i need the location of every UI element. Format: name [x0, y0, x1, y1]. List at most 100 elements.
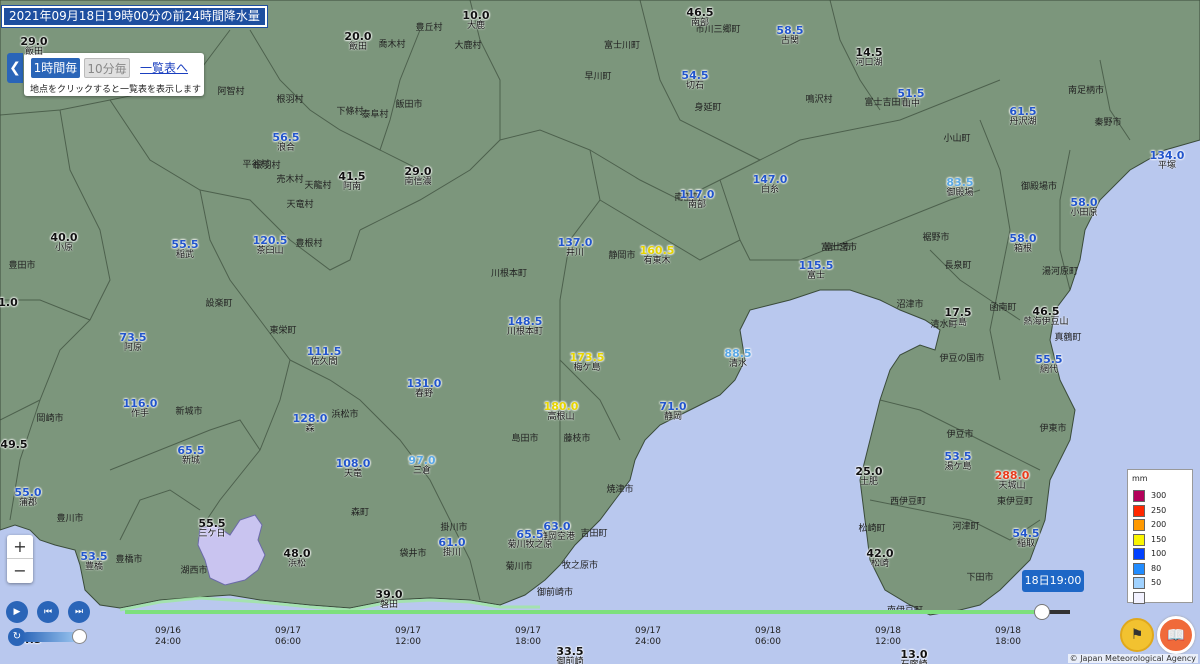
- station-marker[interactable]: 39.0 磐田: [375, 589, 402, 610]
- prev-button[interactable]: ⏮: [37, 601, 59, 623]
- station-marker[interactable]: 13.0石廊崎: [900, 649, 927, 664]
- station-marker[interactable]: 115.5 富士: [799, 260, 834, 281]
- station-marker[interactable]: 65.5 菊川牧之原: [507, 529, 552, 550]
- station-marker[interactable]: 83.5 御殿場: [946, 177, 973, 198]
- station-marker[interactable]: 29.0 飯田: [20, 36, 47, 57]
- timeline-tick: 09/18 18:00: [995, 626, 1021, 647]
- station-name: 南部: [690, 18, 710, 28]
- station-marker[interactable]: 48.0 浜松: [283, 548, 310, 569]
- station-marker[interactable]: 42.0 松崎: [866, 548, 893, 569]
- station-name: 蒲郡: [18, 498, 38, 508]
- station-value: 51.5: [897, 87, 925, 100]
- station-marker[interactable]: 120.5 茶臼山: [253, 235, 288, 256]
- station-marker[interactable]: 58.5 古関: [776, 25, 803, 46]
- hourly-button[interactable]: 1時間毎: [31, 58, 80, 78]
- station-value: 288.0: [994, 469, 1030, 482]
- station-marker[interactable]: 49.5: [0, 439, 27, 450]
- station-marker[interactable]: 33.5 御前崎: [556, 646, 583, 664]
- station-name: 石廊崎: [900, 660, 927, 664]
- collapse-panel-button[interactable]: ❮: [7, 53, 23, 83]
- station-marker[interactable]: 148.5 川根本町: [507, 316, 543, 337]
- station-marker[interactable]: 40.0 小原: [50, 232, 77, 253]
- station-marker[interactable]: 160.5 有東木: [640, 245, 675, 266]
- station-value: 160.5: [639, 244, 675, 257]
- municipality-label: 長泉町: [944, 261, 972, 271]
- timeline-progress: [125, 610, 1042, 614]
- station-value: 108.0: [335, 457, 371, 470]
- list-link[interactable]: 一覧表へ: [140, 59, 188, 76]
- timeline[interactable]: [125, 608, 1070, 616]
- municipality-label: 湯河原町: [1041, 267, 1079, 277]
- station-marker[interactable]: 55.5 三ケ日: [198, 518, 225, 539]
- station-marker[interactable]: 25.0 土肥: [855, 466, 882, 487]
- station-marker[interactable]: 58.0 小田原: [1070, 197, 1097, 218]
- station-marker[interactable]: 97.0 三倉: [408, 455, 435, 476]
- station-marker[interactable]: 55.5 稲武: [171, 239, 198, 260]
- station-marker[interactable]: 54.5 切石: [681, 70, 708, 91]
- zoom-out-button[interactable]: −: [7, 559, 33, 583]
- station-marker[interactable]: 1.0: [0, 297, 18, 308]
- station-marker[interactable]: 58.0 箱根: [1009, 233, 1036, 254]
- timeline-handle[interactable]: [1033, 604, 1050, 620]
- speed-slider[interactable]: ↻: [8, 628, 88, 646]
- zoom-control: + −: [7, 535, 33, 583]
- station-name: 御前崎: [556, 657, 584, 664]
- municipality-label: 岡崎市: [36, 414, 64, 424]
- station-name: 山中: [901, 99, 921, 109]
- timeline-tick: 09/17 18:00: [515, 626, 541, 647]
- station-marker[interactable]: 46.5 南部: [686, 7, 713, 28]
- station-marker[interactable]: 17.5 三島: [944, 307, 971, 328]
- station-marker[interactable]: 73.5 阿原: [119, 332, 146, 353]
- station-marker[interactable]: 288.0 天城山: [995, 470, 1030, 491]
- station-marker[interactable]: 54.5 稲取: [1012, 528, 1039, 549]
- station-marker[interactable]: 53.5 湯ケ島: [944, 451, 971, 472]
- station-name: 浪合: [276, 143, 296, 153]
- help-button[interactable]: ⚑: [1120, 618, 1154, 652]
- station-marker[interactable]: 55.5 網代: [1035, 354, 1062, 375]
- municipality-label: 静岡市: [608, 251, 636, 261]
- station-marker[interactable]: 20.0 飯田: [344, 31, 371, 52]
- station-value: 58.0: [1009, 232, 1037, 245]
- station-marker[interactable]: 137.0 井川: [558, 237, 593, 258]
- ten-minute-button[interactable]: 10分毎: [84, 58, 130, 78]
- next-button[interactable]: ⏭: [68, 601, 90, 623]
- station-marker[interactable]: 51.5 山中: [897, 88, 924, 109]
- station-marker[interactable]: 173.5 梅ケ島: [570, 352, 605, 373]
- station-marker[interactable]: 56.5 浪合: [272, 132, 299, 153]
- station-marker[interactable]: 111.5 佐久間: [307, 346, 342, 367]
- municipality-label: 袋井市: [399, 549, 427, 559]
- station-marker[interactable]: 61.5 丹沢湖: [1009, 106, 1036, 127]
- municipality-label: 早川町: [584, 72, 612, 82]
- station-marker[interactable]: 108.0 天竜: [336, 458, 371, 479]
- municipality-label: 真鶴町: [1054, 333, 1082, 343]
- station-marker[interactable]: 53.5 豊橋: [80, 551, 107, 572]
- station-marker[interactable]: 128.0 森: [293, 413, 328, 434]
- station-marker[interactable]: 14.5 河口湖: [855, 47, 882, 68]
- manual-button[interactable]: 📖: [1157, 616, 1195, 654]
- station-marker[interactable]: 117.0 南部: [680, 189, 715, 210]
- station-marker[interactable]: 55.0 蒲郡: [14, 487, 41, 508]
- timeline-tick: 09/17 12:00: [395, 626, 421, 647]
- station-marker[interactable]: 180.0 高根山: [544, 401, 579, 422]
- station-marker[interactable]: 10.0 大鹿: [462, 10, 489, 31]
- speed-knob[interactable]: [72, 629, 87, 644]
- station-marker[interactable]: 29.0 南信濃: [404, 166, 431, 187]
- station-marker[interactable]: 65.5 新城: [177, 445, 204, 466]
- station-marker[interactable]: 71.0 静岡: [659, 401, 686, 422]
- station-marker[interactable]: 147.0 白糸: [753, 174, 788, 195]
- zoom-in-button[interactable]: +: [7, 535, 33, 559]
- timeline-tick: 09/16 24:00: [155, 626, 181, 647]
- legend-unit: mm: [1132, 474, 1148, 483]
- station-marker[interactable]: 116.0 作手: [123, 398, 158, 419]
- play-button[interactable]: ▶: [6, 601, 28, 623]
- station-marker[interactable]: 61.0 掛川: [438, 537, 465, 558]
- station-marker[interactable]: 46.5 熱海伊豆山: [1023, 306, 1068, 327]
- station-marker[interactable]: 88.5 清水: [724, 348, 751, 369]
- station-marker[interactable]: 41.5 阿南: [338, 171, 365, 192]
- municipality-label: 富士市: [824, 243, 852, 253]
- station-name: 梅ケ島: [573, 363, 601, 373]
- station-name: 三島: [948, 318, 968, 328]
- station-marker[interactable]: 131.0 春野: [407, 378, 442, 399]
- station-marker[interactable]: 134.0 平塚: [1150, 150, 1185, 171]
- station-value: 115.5: [798, 259, 834, 272]
